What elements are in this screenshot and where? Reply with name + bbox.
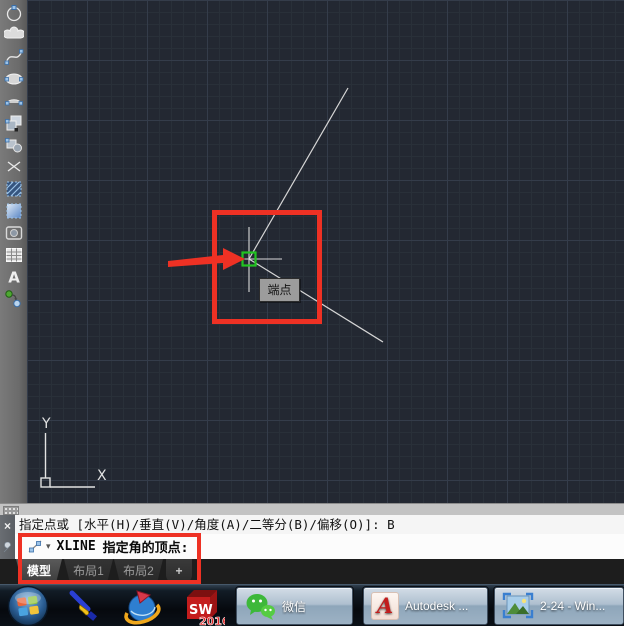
photo-viewer-taskbar-button[interactable]: 2-24 - Win... bbox=[494, 587, 624, 625]
osnap-tooltip: 端点 bbox=[259, 278, 300, 302]
drawing-canvas[interactable]: Y X 端点 bbox=[27, 0, 624, 503]
gradient-icon[interactable] bbox=[2, 200, 26, 222]
insert-block-icon[interactable] bbox=[2, 112, 26, 134]
command-window-sidebar: × bbox=[0, 515, 15, 559]
solidworks-taskbar-icon[interactable]: SW 2016 bbox=[176, 585, 228, 626]
command-input-line[interactable]: ▾ XLINE 指定角的顶点: bbox=[15, 534, 624, 559]
new-layout-tab-button[interactable]: + bbox=[166, 559, 192, 583]
command-prompt: 指定角的顶点: bbox=[103, 537, 189, 556]
solidworks-year: 2016 bbox=[199, 615, 225, 626]
autocad-taskbar-button[interactable]: A Autodesk ... bbox=[363, 587, 488, 625]
point-icon[interactable] bbox=[2, 156, 26, 178]
pen-tool-taskbar-icon[interactable] bbox=[60, 585, 106, 626]
create-block-icon[interactable] bbox=[2, 134, 26, 156]
ellipse-arc-icon[interactable] bbox=[2, 90, 26, 112]
autocad-button-label: Autodesk ... bbox=[405, 599, 468, 613]
revision-cloud-icon[interactable] bbox=[2, 24, 26, 46]
layout-tabbar: 模型 布局1 布局2 + bbox=[0, 559, 624, 584]
ucs-icon: Y X bbox=[41, 416, 107, 487]
ucs-y-label: Y bbox=[41, 416, 51, 432]
tab-model[interactable]: 模型 bbox=[16, 559, 62, 583]
ucs-x-label: X bbox=[97, 468, 107, 484]
hatch-icon[interactable] bbox=[2, 178, 26, 200]
autocad-icon: A bbox=[371, 592, 399, 620]
boundary-icon[interactable] bbox=[2, 222, 26, 244]
wechat-icon bbox=[244, 591, 276, 621]
canvas-geometry: Y X bbox=[27, 0, 624, 503]
spline-icon[interactable] bbox=[2, 46, 26, 68]
autocad-window: A Y X bbox=[0, 0, 624, 626]
command-window-grip[interactable] bbox=[3, 506, 19, 515]
orb-gloss bbox=[15, 592, 41, 604]
annotation-rectangle-canvas bbox=[212, 210, 322, 324]
table-icon[interactable] bbox=[2, 244, 26, 266]
start-button[interactable] bbox=[5, 585, 51, 626]
tab-layout1[interactable]: 布局1 bbox=[64, 559, 113, 583]
wrench-icon[interactable] bbox=[2, 542, 14, 554]
multileader-icon[interactable] bbox=[2, 288, 26, 310]
wechat-button-label: 微信 bbox=[282, 598, 306, 615]
xline-command-icon bbox=[27, 539, 43, 554]
active-command-name: XLINE bbox=[57, 539, 96, 554]
svg-text:A: A bbox=[8, 269, 20, 287]
close-icon[interactable]: × bbox=[4, 520, 11, 532]
circle-icon[interactable] bbox=[2, 2, 26, 24]
globe-app-taskbar-icon[interactable] bbox=[118, 585, 166, 626]
photo-viewer-button-label: 2-24 - Win... bbox=[540, 599, 605, 613]
photo-viewer-icon bbox=[502, 592, 534, 620]
ellipse-icon[interactable] bbox=[2, 68, 26, 90]
chevron-down-icon[interactable]: ▾ bbox=[46, 541, 51, 552]
windows-taskbar: SW 2016 微信 A Autodesk ... bbox=[0, 584, 624, 626]
command-window-titlebar[interactable] bbox=[0, 503, 624, 515]
command-history-line: 指定点或 [水平(H)/垂直(V)/角度(A)/二等分(B)/偏移(O)]: B bbox=[15, 515, 624, 534]
draw-toolbar: A bbox=[0, 0, 27, 503]
tab-layout2[interactable]: 布局2 bbox=[114, 559, 163, 583]
text-icon[interactable]: A bbox=[2, 266, 26, 288]
wechat-taskbar-button[interactable]: 微信 bbox=[236, 587, 353, 625]
